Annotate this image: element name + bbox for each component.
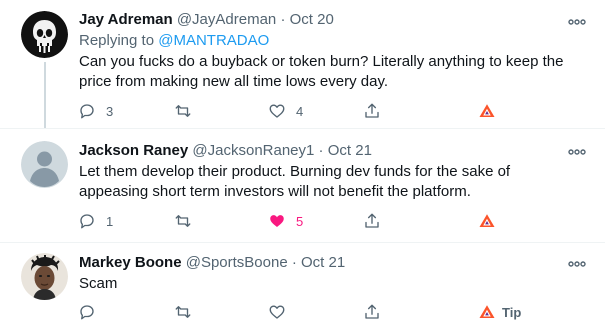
tweet-body: Jackson Raney @JacksonRaney1 · Oct 21 Le… [79,141,569,202]
user-handle[interactable]: @SportsBoone [186,254,288,271]
tweet-actions: Tip [78,301,521,323]
heart-icon [269,104,285,118]
share-button[interactable] [363,100,381,122]
avatar[interactable] [21,141,68,188]
ellipsis-icon [568,261,586,267]
display-name[interactable]: Jay Adreman [79,11,173,28]
heart-icon [269,305,285,319]
retweet-button[interactable] [174,301,202,323]
retweet-icon [175,215,191,227]
like-count: 4 [296,103,304,119]
tweet-date[interactable]: Oct 21 [328,142,372,159]
reply-button[interactable]: 1 [78,210,113,232]
brave-tip-button[interactable] [478,100,502,122]
share-icon [365,213,379,228]
thread-line [44,62,46,128]
more-options-button[interactable] [568,14,586,25]
skull-avatar-icon [21,11,68,58]
brave-tip-button[interactable] [478,210,502,232]
like-button[interactable]: 5 [268,210,303,232]
tweet-text: Let them develop their product. Burning … [79,163,511,200]
retweet-icon [175,105,191,117]
reply-icon [80,305,94,320]
separator: · [280,11,286,28]
avatar[interactable] [21,253,68,300]
tweet-text: Scam [79,275,118,292]
share-button[interactable] [363,301,381,323]
tweet-text: Can you fucks do a buyback or token burn… [79,53,564,90]
user-handle[interactable]: @JacksonRaney1 [192,142,314,159]
separator: · [318,142,324,159]
reply-button[interactable]: 3 [78,100,113,122]
tweet-actions: 3 4 [78,100,508,122]
ellipsis-icon [568,19,586,25]
share-icon [365,103,379,118]
reply-icon [80,214,94,229]
share-button[interactable] [363,210,381,232]
tweet-actions: 1 5 [78,210,508,232]
retweet-icon [175,306,191,318]
brave-rewards-icon [479,104,495,117]
tweet-date[interactable]: Oct 21 [301,254,345,271]
replying-to: Replying to @MANTRADAO [79,31,569,51]
tweet-body: Markey Boone @SportsBoone · Oct 21 Scam [79,253,569,294]
retweet-button[interactable] [174,210,202,232]
more-options-button[interactable] [568,144,586,155]
display-name[interactable]: Jackson Raney [79,142,188,159]
reply-count: 3 [106,103,114,119]
display-name[interactable]: Markey Boone [79,254,182,271]
separator: · [291,254,297,271]
reply-icon [80,104,94,119]
ellipsis-icon [568,149,586,155]
tip-label: Tip [502,304,522,320]
user-handle[interactable]: @JayAdreman [177,11,276,28]
share-icon [365,304,379,319]
avatar[interactable] [21,11,68,58]
reply-count: 1 [106,213,114,229]
brave-tip-button[interactable]: Tip [478,301,521,323]
brave-rewards-icon [479,214,495,227]
tweet-body: Jay Adreman @JayAdreman · Oct 20 Replyin… [79,10,569,92]
profile-photo-icon [21,253,68,300]
like-button[interactable] [268,301,296,323]
tweet-header: Jackson Raney @JacksonRaney1 · Oct 21 [79,141,569,161]
tweet-header: Jay Adreman @JayAdreman · Oct 20 [79,10,569,30]
like-count: 5 [296,213,304,229]
tweet-date[interactable]: Oct 20 [290,11,334,28]
default-avatar-icon [21,141,68,188]
reply-button[interactable] [78,301,106,323]
brave-rewards-icon [479,305,495,318]
like-button[interactable]: 4 [268,100,303,122]
tweet-header: Markey Boone @SportsBoone · Oct 21 [79,253,569,273]
mention-link[interactable]: @MANTRADAO [158,32,269,49]
replying-prefix: Replying to [79,32,155,49]
retweet-button[interactable] [174,100,202,122]
more-options-button[interactable] [568,256,586,267]
heart-filled-icon [270,215,284,227]
